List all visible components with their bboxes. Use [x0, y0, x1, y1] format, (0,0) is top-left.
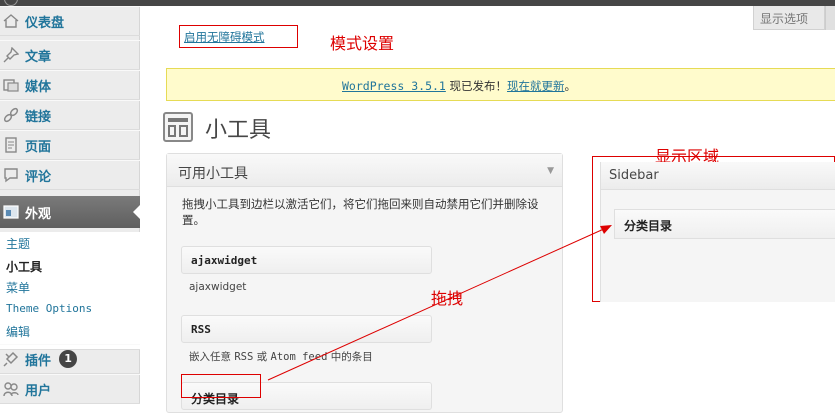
panel-title: 可用小工具 — [178, 166, 248, 182]
drag-source-highlight — [181, 374, 261, 398]
menu-label: 仪表盘 — [25, 15, 65, 31]
update-count-badge: 1 — [59, 350, 78, 368]
link-icon — [3, 107, 19, 123]
update-now-link[interactable]: 现在就更新 — [507, 79, 565, 93]
page-title: 小工具 — [205, 118, 272, 143]
update-nag: WordPress 3.5.1 现已发布！现在就更新。 — [166, 68, 835, 101]
menu-users[interactable]: 用户 — [0, 374, 140, 404]
menu-label: 用户 — [25, 383, 52, 399]
media-icon — [3, 77, 19, 93]
annotation-drag: 拖拽 — [431, 289, 464, 308]
scrollbar[interactable] — [825, 6, 835, 30]
submenu-widgets[interactable]: 小工具 — [6, 258, 42, 275]
menu-label: 外观 — [25, 206, 52, 222]
dashboard-icon — [3, 13, 19, 29]
menu-label: 链接 — [25, 109, 52, 125]
widget-rss-desc: 嵌入任意 RSS 或 Atom feed 中的条目 — [189, 351, 373, 363]
main-content: 启用无障碍模式 模式设置 显示选项 WordPress 3.5.1 现已发布！现… — [141, 6, 835, 413]
menu-appearance[interactable]: 外观 — [0, 196, 141, 228]
pin-icon — [3, 47, 19, 63]
widgets-page-icon — [163, 112, 193, 142]
appearance-submenu: 主题 小工具 菜单 Theme Options 编辑 — [0, 232, 140, 350]
submenu-editor[interactable]: 编辑 — [6, 323, 30, 340]
accessibility-mode-link[interactable]: 启用无障碍模式 — [179, 25, 298, 48]
appearance-icon — [3, 204, 19, 220]
plugin-icon — [3, 351, 19, 367]
menu-links[interactable]: 链接 — [0, 100, 140, 130]
available-widgets-header[interactable]: 可用小工具 ▼ — [167, 154, 562, 187]
menu-posts[interactable]: 文章 — [0, 40, 140, 70]
menu-plugins[interactable]: 插件 1 — [0, 344, 140, 374]
version-link[interactable]: WordPress 3.5.1 — [342, 79, 446, 93]
update-message: WordPress 3.5.1 现已发布！现在就更新。 — [342, 78, 576, 94]
submenu-menus[interactable]: 菜单 — [6, 279, 30, 296]
menu-label: 媒体 — [25, 79, 52, 95]
submenu-theme-options[interactable]: Theme Options — [6, 302, 92, 315]
menu-pages[interactable]: 页面 — [0, 130, 140, 160]
sidebar-header[interactable]: Sidebar — [601, 162, 835, 190]
widget-ajaxwidget[interactable]: ajaxwidget — [181, 246, 432, 274]
collapse-arrow-icon[interactable]: ▼ — [547, 166, 554, 176]
menu-label: 页面 — [25, 139, 52, 155]
menu-media[interactable]: 媒体 — [0, 70, 140, 100]
panel-description: 拖拽小工具到边栏以激活它们，将它们拖回来则自动禁用它们并删除设置。 — [182, 197, 539, 227]
widget-ajaxwidget-desc: ajaxwidget — [189, 281, 247, 293]
update-text: 现已发布！ — [445, 79, 508, 93]
comment-icon — [3, 167, 19, 183]
submenu-themes[interactable]: 主题 — [6, 235, 30, 252]
sidebar-widget-categories[interactable]: 分类目录 — [614, 209, 835, 239]
sidebar-panel: Sidebar 分类目录 — [600, 162, 835, 302]
sidebar-widget-area: Sidebar 分类目录 — [592, 156, 835, 302]
menu-dashboard[interactable]: 仪表盘 — [0, 6, 140, 36]
widget-rss[interactable]: RSS — [181, 315, 432, 343]
page-icon — [3, 137, 19, 153]
menu-comments[interactable]: 评论 — [0, 160, 140, 190]
menu-label: 文章 — [25, 49, 52, 65]
annotation-mode: 模式设置 — [330, 34, 395, 53]
menu-label: 评论 — [25, 169, 52, 185]
menu-label: 插件 — [25, 353, 52, 369]
screen-options-button[interactable]: 显示选项 — [753, 6, 825, 30]
users-icon — [3, 381, 19, 397]
admin-sidebar: 仪表盘 文章 媒体 链接 页面 评论 外观 主题 小工具 菜单 Theme Op… — [0, 6, 141, 404]
update-end: 。 — [564, 79, 577, 93]
